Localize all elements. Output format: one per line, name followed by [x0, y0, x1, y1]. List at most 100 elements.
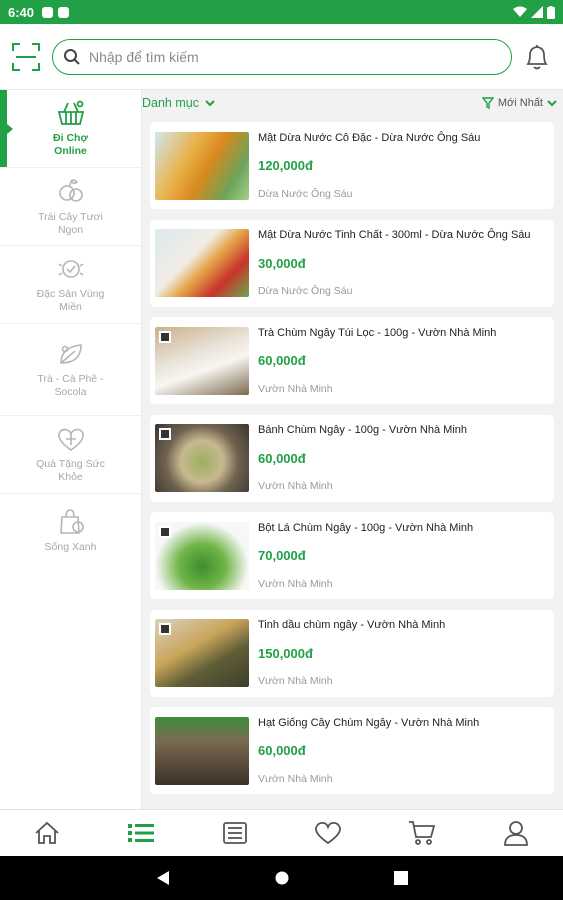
product-list: Mật Dừa Nước Cô Đặc - Dừa Nước Ông Sáu 1…	[150, 122, 554, 805]
system-nav-bar	[0, 856, 563, 900]
product-name: Trà Chùm Ngây Túi Lọc - 100g - Vườn Nhà …	[258, 326, 497, 339]
product-name: Tinh dầu chùm ngây - Vườn Nhà Minh	[258, 619, 446, 631]
qr-code-badge	[159, 330, 171, 343]
leaf-icon	[59, 343, 82, 364]
product-card[interactable]: Mật Dừa Nước Tinh Chất - 300ml - Dừa Nướ…	[150, 219, 554, 307]
nav-account[interactable]	[496, 813, 536, 853]
product-shop: Vườn Nhà Minh	[258, 577, 333, 590]
product-price: 30,000đ	[258, 255, 306, 271]
nav-categories[interactable]	[121, 813, 161, 853]
sort-label: Mới Nhất	[497, 97, 543, 109]
news-icon	[222, 822, 247, 844]
product-price: 120,000đ	[258, 158, 313, 173]
product-card[interactable]: Tinh dầu chùm ngây - Vườn Nhà Minh 150,0…	[150, 609, 554, 697]
category-label: Trà - Cà Phê - Socola	[37, 372, 104, 398]
product-price: 150,000đ	[258, 645, 313, 661]
bell-icon	[526, 44, 548, 69]
category-item-tra-ca-phe[interactable]: Trà - Cà Phê - Socola	[0, 324, 141, 416]
product-image	[155, 229, 249, 297]
category-item-dac-san[interactable]: Đặc Sản Vùng Miền	[0, 246, 141, 324]
product-name: Bột Lá Chùm Ngây - 100g - Vườn Nhà Minh	[258, 521, 474, 534]
product-name: Mật Dừa Nước Tinh Chất - 300ml - Dừa Nướ…	[258, 229, 531, 241]
product-name: Mật Dừa Nước Cô Đặc - Dừa Nước Ông Sáu	[258, 131, 481, 144]
chevron-down-icon	[547, 99, 557, 106]
list-icon	[127, 824, 154, 842]
eco-bag-icon	[59, 508, 84, 534]
search-icon	[64, 48, 80, 65]
gift-heart-icon	[57, 428, 84, 451]
product-image	[155, 619, 249, 687]
product-card[interactable]: Mật Dừa Nước Cô Đặc - Dừa Nước Ông Sáu 1…	[150, 122, 554, 209]
product-card[interactable]: Bánh Chùm Ngây - 100g - Vườn Nhà Minh 60…	[150, 414, 554, 502]
product-card[interactable]: Hạt Giống Cây Chùm Ngây - Vườn Nhà Minh …	[150, 707, 554, 794]
category-label: Sống Xanh	[44, 540, 97, 553]
scan-icon	[12, 42, 40, 71]
product-shop: Vườn Nhà Minh	[258, 772, 333, 785]
qr-code-badge	[159, 525, 171, 538]
status-bar: 6:40	[0, 0, 563, 24]
qr-scan-button[interactable]	[10, 41, 42, 73]
nav-favorites[interactable]	[308, 813, 348, 853]
chevron-down-icon	[205, 99, 215, 106]
search-bar[interactable]	[52, 38, 512, 75]
sort-icon	[481, 97, 494, 109]
sim-icon	[58, 6, 70, 18]
product-shop: Vườn Nhà Minh	[258, 675, 333, 687]
filter-bar: Danh mục Mới Nhất	[142, 90, 563, 116]
product-name: Bánh Chùm Ngây - 100g - Vườn Nhà Minh	[258, 424, 468, 436]
user-icon	[504, 821, 528, 846]
status-time: 6:40	[8, 4, 35, 20]
status-indicators	[513, 5, 555, 19]
top-bar	[0, 24, 563, 90]
cart-icon	[409, 821, 436, 845]
product-image	[155, 326, 249, 395]
product-shop: Dừa Nước Ông Sáu	[258, 187, 353, 200]
category-label: Đi Chợ Online	[53, 131, 88, 157]
sort-dropdown[interactable]: Mới Nhất	[481, 97, 557, 109]
notification-icon	[42, 6, 54, 18]
search-input[interactable]	[89, 48, 489, 65]
product-shop: Vườn Nhà Minh	[258, 382, 333, 395]
product-image	[155, 424, 249, 492]
signal-icon	[531, 6, 543, 18]
category-item-song-xanh[interactable]: Sống Xanh	[0, 494, 141, 566]
category-dropdown[interactable]: Danh mục	[142, 96, 215, 110]
battery-icon	[547, 5, 555, 19]
product-price: 60,000đ	[258, 450, 306, 466]
category-label: Đặc Sản Vùng Miền	[36, 287, 105, 313]
fruit-icon	[58, 178, 83, 202]
product-price: 70,000đ	[258, 548, 306, 563]
category-item-trai-cay[interactable]: Trái Cây Tươi Ngon	[0, 168, 141, 246]
heart-icon	[315, 821, 342, 845]
qr-code-badge	[159, 428, 171, 440]
nav-cart[interactable]	[402, 813, 442, 853]
nav-home[interactable]	[27, 813, 67, 853]
product-price: 60,000đ	[258, 353, 306, 368]
product-card[interactable]: Bột Lá Chùm Ngây - 100g - Vườn Nhà Minh …	[150, 512, 554, 599]
product-shop: Dừa Nước Ông Sáu	[258, 285, 353, 297]
specialty-icon	[58, 259, 83, 278]
nav-news[interactable]	[215, 813, 255, 853]
product-card[interactable]: Trà Chùm Ngây Túi Lọc - 100g - Vườn Nhà …	[150, 317, 554, 404]
category-sidebar: Đi Chợ Online Trái Cây Tươi Ngon Đặc Sản…	[0, 90, 142, 809]
home-icon	[35, 821, 59, 844]
product-image	[155, 521, 249, 590]
product-name: Hạt Giống Cây Chùm Ngây - Vườn Nhà Minh	[258, 716, 480, 729]
back-icon[interactable]	[156, 870, 170, 886]
category-dropdown-label: Danh mục	[142, 96, 199, 110]
home-circle-icon[interactable]	[275, 871, 289, 885]
product-image	[155, 716, 249, 785]
product-image	[155, 131, 249, 200]
recents-icon[interactable]	[393, 871, 408, 885]
category-item-qua-tang[interactable]: Quà Tặng Sức Khỏe	[0, 416, 141, 494]
category-item-di-cho-online[interactable]: Đi Chợ Online	[0, 90, 141, 168]
product-price: 60,000đ	[258, 743, 306, 758]
basket-icon	[57, 100, 84, 125]
category-label: Quà Tặng Sức Khỏe	[36, 457, 105, 483]
qr-code-badge	[159, 623, 171, 635]
category-label: Trái Cây Tươi Ngon	[38, 210, 103, 236]
bottom-nav	[0, 809, 563, 856]
notifications-button[interactable]	[522, 41, 552, 73]
product-shop: Vườn Nhà Minh	[258, 480, 333, 492]
wifi-icon	[513, 6, 527, 17]
